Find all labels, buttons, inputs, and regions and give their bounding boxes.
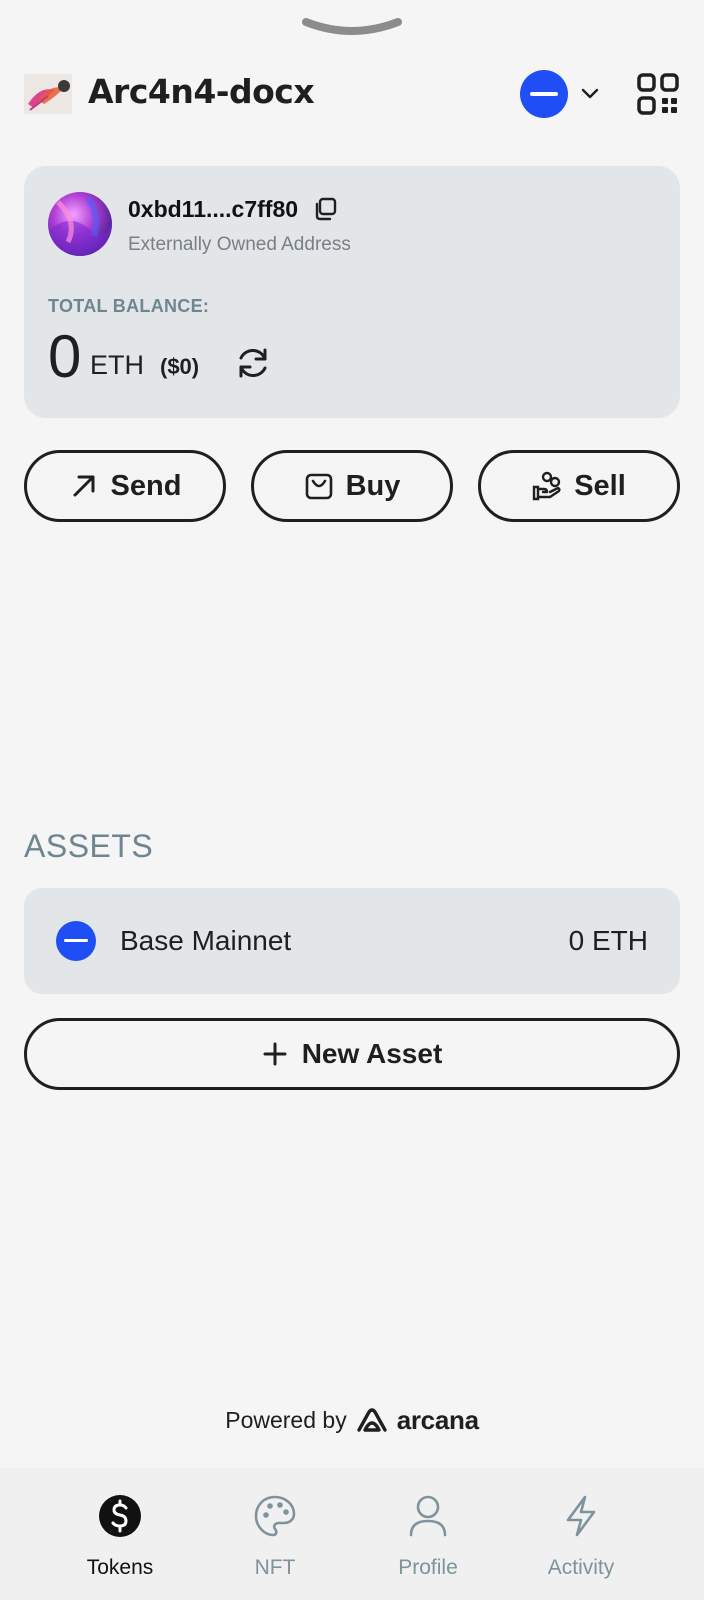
tab-label: NFT [254,1556,296,1579]
new-asset-label: New Asset [301,1038,443,1069]
asset-balance: 0 ETH [568,925,648,956]
base-chain-icon [56,921,96,961]
buy-button[interactable]: Buy [251,450,453,522]
wallet-address: 0xbd11....c7ff80 [128,196,299,222]
tab-label: Tokens [86,1556,154,1579]
app-name: Arc4n4-docx [88,72,315,111]
dollar-icon [99,1495,141,1537]
arrow-up-right-icon [73,475,95,497]
total-balance-label: TOTAL BALANCE: [48,296,210,316]
brand-name: arcana [396,1404,479,1435]
hand-coins-icon [533,471,561,501]
tab-tokens[interactable]: Tokens [60,1494,180,1594]
balance-unit: ETH [90,350,144,380]
lightning-icon [566,1495,596,1537]
new-asset-button[interactable]: New Asset [24,1018,680,1090]
qr-code-icon[interactable] [636,72,680,116]
asset-name: Base Mainnet [120,925,292,956]
palette-icon [254,1495,296,1537]
chain-selector[interactable] [520,70,606,118]
chevron-down-icon [581,88,599,99]
tab-nft[interactable]: NFT [215,1494,335,1594]
tab-label: Profile [398,1556,458,1579]
assets-heading: ASSETS [24,828,154,864]
header: Arc4n4-docx [24,70,680,118]
plus-icon [263,1042,287,1066]
powered-by: Powered by arcana [0,1400,704,1440]
base-chain-icon [520,70,568,118]
bottom-tab-bar: Tokens NFT Profile Activity [0,1468,704,1600]
powered-by-text: Powered by [225,1406,347,1433]
user-icon [409,1495,447,1537]
send-button[interactable]: Send [24,450,226,522]
tab-profile[interactable]: Profile [368,1494,488,1594]
send-label: Send [110,469,182,502]
tab-activity[interactable]: Activity [521,1494,641,1594]
avatar [48,192,112,256]
refresh-icon[interactable] [234,344,272,382]
copy-icon[interactable] [312,196,338,222]
buy-label: Buy [345,469,401,502]
account-card: 0xbd11....c7ff80 Externally Owned Addres… [24,166,680,418]
app-logo [24,74,72,114]
action-buttons: Send Buy Sell [24,450,680,522]
sell-button[interactable]: Sell [478,450,680,522]
balance-value: 0 [48,323,82,390]
address-type: Externally Owned Address [128,234,351,255]
tab-label: Activity [547,1556,615,1579]
sell-label: Sell [574,469,626,502]
drag-handle-icon[interactable] [302,18,402,38]
arcana-logo-icon [357,1408,387,1432]
balance-usd: ($0) [160,354,200,379]
asset-row-base-mainnet[interactable]: Base Mainnet 0 ETH [24,888,680,994]
shopping-bag-icon [305,473,332,500]
